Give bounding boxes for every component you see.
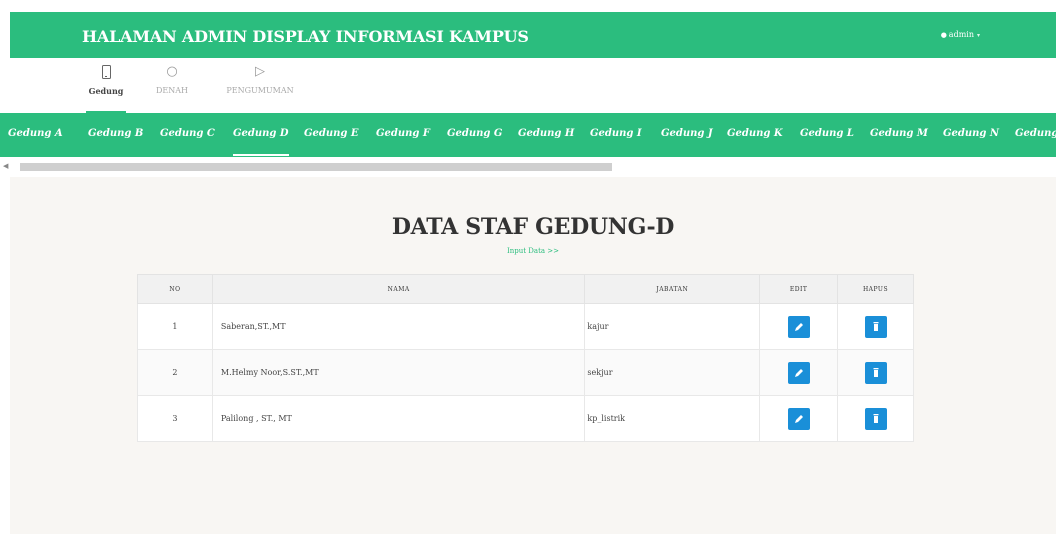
- tab-gedung-b[interactable]: Gedung B: [88, 128, 143, 139]
- delete-button[interactable]: [864, 361, 887, 384]
- cell-jabatan: sekjur: [584, 349, 761, 396]
- main-content: DATA STAF GEDUNG-D Input Data >> NO NAMA…: [10, 177, 1056, 534]
- edit-button[interactable]: [787, 315, 810, 338]
- tab-gedung-more[interactable]: Gedung: [1015, 128, 1056, 139]
- user-name: admin: [948, 30, 974, 39]
- user-icon: ●: [940, 31, 947, 39]
- trash-icon: [873, 367, 879, 377]
- tab-gedung-d[interactable]: Gedung D: [233, 128, 289, 156]
- cell-hapus: [837, 303, 914, 350]
- cell-nama: Saberan,ST.,MT: [211, 303, 586, 350]
- page-title: DATA STAF GEDUNG-D: [391, 214, 675, 240]
- gedung-tab-bar: Gedung A Gedung B Gedung C Gedung D Gedu…: [0, 113, 1056, 157]
- cell-hapus: [837, 349, 914, 396]
- cell-jabatan: kp_listrik: [584, 395, 761, 442]
- column-header-edit: EDIT: [759, 274, 839, 304]
- trash-icon: [873, 413, 879, 423]
- scroll-left-icon[interactable]: ◀: [3, 162, 8, 170]
- column-header-nama: NAMA: [211, 274, 586, 304]
- cell-nama: Palilong , ST., MT: [211, 395, 586, 442]
- table-row: 2 M.Helmy Noor,S.ST.,MT sekjur: [137, 349, 914, 396]
- tab-gedung-h[interactable]: Gedung H: [518, 128, 574, 139]
- column-header-jabatan: JABATAN: [584, 274, 761, 304]
- column-header-hapus: HAPUS: [837, 274, 914, 304]
- cell-edit: [759, 349, 839, 396]
- tab-gedung-k[interactable]: Gedung K: [727, 128, 783, 139]
- cell-edit: [759, 395, 839, 442]
- cell-no: 2: [137, 349, 213, 396]
- delete-button[interactable]: [864, 407, 887, 430]
- input-data-link[interactable]: Input Data >>: [10, 247, 1056, 255]
- tab-gedung-l[interactable]: Gedung L: [800, 128, 854, 139]
- tab-pengumuman[interactable]: ▷ PENGUMUMAN: [220, 62, 300, 110]
- column-header-no: NO: [137, 274, 213, 304]
- tab-gedung-a[interactable]: Gedung A: [8, 128, 63, 139]
- staff-table: NO NAMA JABATAN EDIT HAPUS 1 Saberan,ST.…: [137, 274, 914, 442]
- tab-gedung-c[interactable]: Gedung C: [160, 128, 215, 139]
- trash-icon: [873, 321, 879, 331]
- tab-pengumuman-label: PENGUMUMAN: [226, 86, 294, 95]
- scrollbar-thumb[interactable]: [20, 163, 612, 171]
- tab-gedung-n[interactable]: Gedung N: [943, 128, 999, 139]
- pencil-icon: [794, 322, 803, 331]
- tab-gedung-i[interactable]: Gedung I: [590, 128, 642, 139]
- tab-gedung-e[interactable]: Gedung E: [304, 128, 359, 139]
- tab-denah[interactable]: ○ DENAH: [152, 62, 192, 110]
- cell-edit: [759, 303, 839, 350]
- megaphone-icon: ▷: [255, 64, 265, 79]
- tab-gedung-f[interactable]: Gedung F: [376, 128, 430, 139]
- cell-no: 3: [137, 395, 213, 442]
- user-menu[interactable]: ● admin ▾: [941, 30, 980, 39]
- cell-jabatan: kajur: [584, 303, 761, 350]
- tab-gedung-m[interactable]: Gedung M: [870, 128, 928, 139]
- globe-icon: ○: [166, 64, 178, 79]
- cell-hapus: [837, 395, 914, 442]
- table-row: 1 Saberan,ST.,MT kajur: [137, 303, 914, 350]
- tab-gedung-label: Gedung: [88, 86, 124, 96]
- top-navbar: HALAMAN ADMIN DISPLAY INFORMASI KAMPUS ●…: [10, 12, 1056, 58]
- horizontal-scrollbar[interactable]: ◀: [0, 157, 1056, 177]
- cell-no: 1: [137, 303, 213, 350]
- caret-down-icon: ▾: [976, 32, 980, 39]
- pencil-icon: [794, 414, 803, 423]
- tab-gedung-g[interactable]: Gedung G: [447, 128, 502, 139]
- icon-tab-bar: Gedung ○ DENAH ▷ PENGUMUMAN: [10, 58, 1056, 113]
- edit-button[interactable]: [787, 407, 810, 430]
- pencil-icon: [794, 368, 803, 377]
- edit-button[interactable]: [787, 361, 810, 384]
- cell-nama: M.Helmy Noor,S.ST.,MT: [211, 349, 586, 396]
- tab-gedung[interactable]: Gedung: [86, 62, 126, 113]
- app-title[interactable]: HALAMAN ADMIN DISPLAY INFORMASI KAMPUS: [82, 27, 529, 46]
- delete-button[interactable]: [864, 315, 887, 338]
- table-row: 3 Palilong , ST., MT kp_listrik: [137, 395, 914, 442]
- tab-denah-label: DENAH: [155, 86, 188, 95]
- tab-gedung-j[interactable]: Gedung J: [661, 128, 713, 139]
- table-header-row: NO NAMA JABATAN EDIT HAPUS: [137, 274, 914, 304]
- tablet-icon: [86, 62, 126, 82]
